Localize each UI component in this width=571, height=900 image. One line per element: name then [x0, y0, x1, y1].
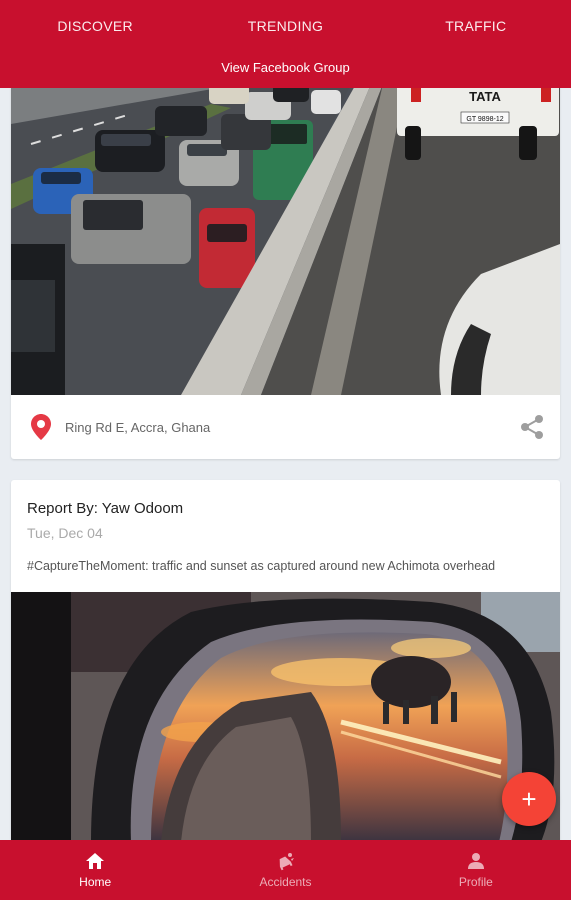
car-crash-icon	[280, 853, 295, 871]
plus-icon: +	[521, 783, 537, 814]
location-row: Ring Rd E, Accra, Ghana	[11, 395, 560, 459]
feed[interactable]: TATA GT 9898-12 Ring Rd E, Accra, Ghana	[0, 88, 571, 840]
tab-traffic[interactable]: TRAFFIC	[381, 0, 571, 52]
sunset-mirror-image	[11, 592, 560, 840]
nav-accidents-label: Accidents	[259, 875, 312, 889]
share-icon[interactable]	[518, 413, 546, 441]
app-header: DISCOVER TRENDING TRAFFIC View Facebook …	[0, 0, 571, 88]
location-pin-icon	[31, 414, 51, 440]
top-tabs: DISCOVER TRENDING TRAFFIC	[0, 0, 571, 52]
post-header: Report By: Yaw Odoom Tue, Dec 04 #Captur…	[11, 480, 560, 573]
location-label: Ring Rd E, Accra, Ghana	[65, 419, 211, 435]
tab-discover[interactable]: DISCOVER	[0, 0, 190, 52]
nav-home-label: Home	[79, 875, 112, 889]
home-icon	[86, 853, 105, 869]
truck-brand: TATA	[469, 89, 501, 104]
traffic-photo[interactable]: TATA GT 9898-12	[11, 88, 560, 395]
person-icon	[467, 853, 484, 869]
post-card[interactable]: Report By: Yaw Odoom Tue, Dec 04 #Captur…	[11, 480, 560, 840]
bottom-nav: Home Accidents Profile	[0, 840, 571, 900]
nav-home[interactable]: Home	[0, 840, 190, 900]
report-date: Tue, Dec 04	[27, 525, 103, 541]
tab-trending[interactable]: TRENDING	[190, 0, 380, 52]
post-card[interactable]: TATA GT 9898-12 Ring Rd E, Accra, Ghana	[11, 88, 560, 459]
view-facebook-group-link[interactable]: View Facebook Group	[0, 60, 571, 75]
sunset-mirror-photo[interactable]	[11, 592, 560, 840]
add-report-button[interactable]: +	[502, 772, 556, 826]
nav-accidents[interactable]: Accidents	[190, 840, 380, 900]
reporter-name: Report By: Yaw Odoom	[27, 500, 184, 517]
post-caption: #CaptureTheMoment: traffic and sunset as…	[27, 559, 496, 573]
nav-profile[interactable]: Profile	[381, 840, 571, 900]
nav-profile-label: Profile	[458, 875, 493, 889]
truck-plate: GT 9898-12	[466, 116, 503, 123]
traffic-photo-image: TATA GT 9898-12	[11, 88, 560, 395]
